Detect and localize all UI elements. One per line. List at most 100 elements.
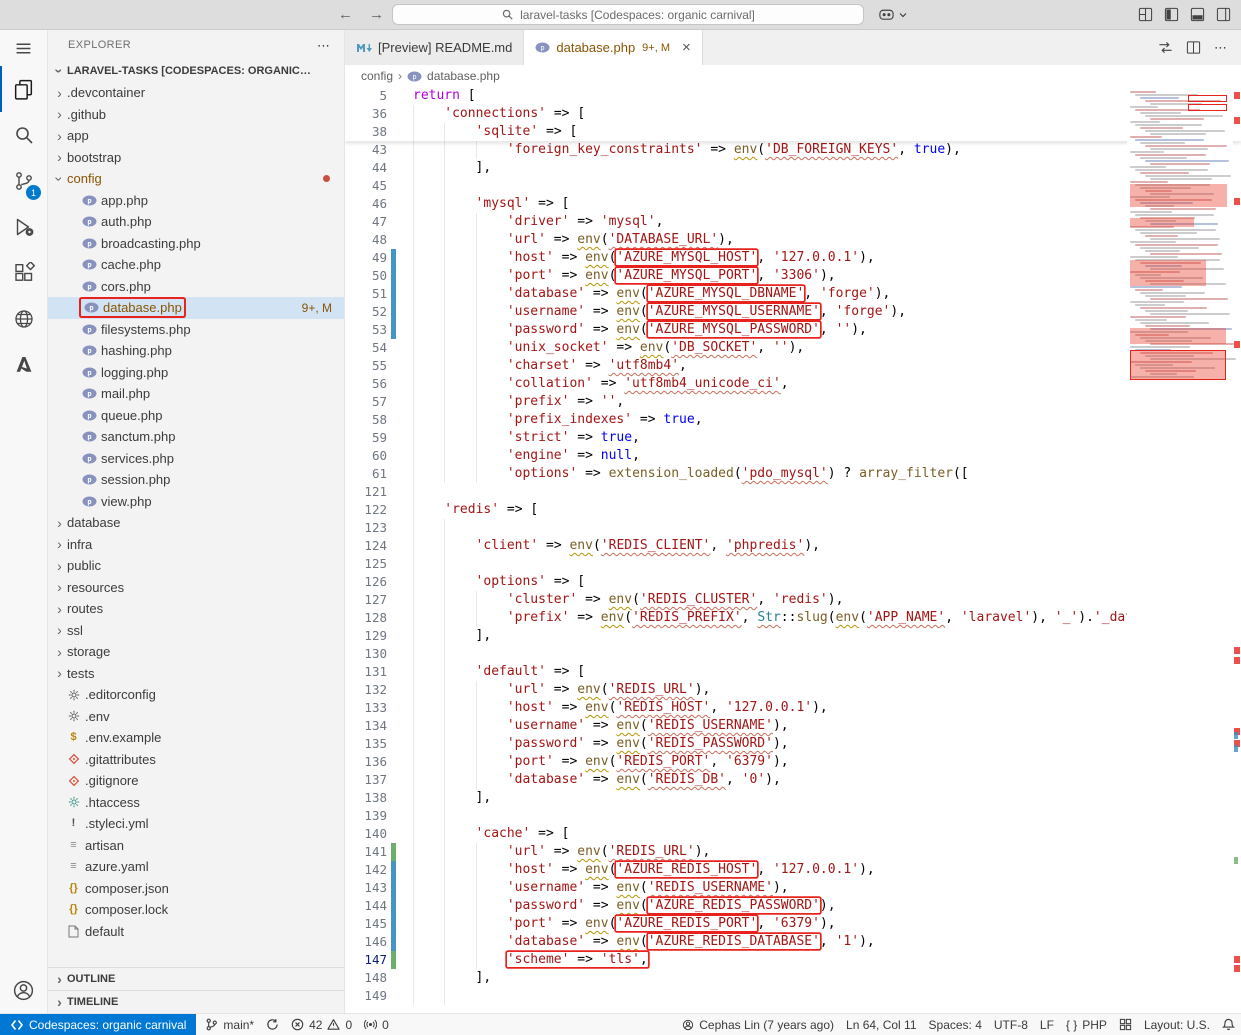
tree-item-.gitattributes[interactable]: .gitattributes	[48, 749, 344, 771]
tree-item-config[interactable]: ›config	[48, 168, 344, 190]
open-changes-icon[interactable]	[1158, 40, 1173, 55]
code-line-55[interactable]: 55'charset' => 'utf8mb4',	[345, 357, 1241, 375]
tree-item-auth.php[interactable]: pauth.php	[48, 211, 344, 233]
code-line-47[interactable]: 47'driver' => 'mysql',	[345, 213, 1241, 231]
code-line-51[interactable]: 51'database' => env('AZURE_MYSQL_DBNAME'…	[345, 285, 1241, 303]
tree-item-.editorconfig[interactable]: .editorconfig	[48, 684, 344, 706]
explorer-view-button[interactable]	[0, 66, 47, 112]
breadcrumb-folder[interactable]: config	[361, 69, 393, 83]
code-line-143[interactable]: 143'username' => env('REDIS_USERNAME'),	[345, 879, 1241, 897]
tree-item-.github[interactable]: ›.github	[48, 104, 344, 126]
code-line-144[interactable]: 144'password' => env('AZURE_REDIS_PASSWO…	[345, 897, 1241, 915]
code-line-127[interactable]: 127'cluster' => env('REDIS_CLUSTER', 're…	[345, 591, 1241, 609]
code-line-135[interactable]: 135'password' => env('REDIS_PASSWORD'),	[345, 735, 1241, 753]
language-mode[interactable]: { }PHP	[1060, 1014, 1113, 1035]
remote-explorer-view-button[interactable]	[0, 296, 47, 342]
code-line-52[interactable]: 52'username' => env('AZURE_MYSQL_USERNAM…	[345, 303, 1241, 321]
minimap[interactable]	[1127, 87, 1233, 1013]
code-line-139[interactable]: 139	[345, 807, 1241, 825]
ports[interactable]: 0	[358, 1014, 395, 1035]
code-line-149[interactable]: 149	[345, 987, 1241, 1005]
sync-status[interactable]	[260, 1014, 285, 1035]
code-line-53[interactable]: 53'password' => env('AZURE_MYSQL_PASSWOR…	[345, 321, 1241, 339]
tree-item-routes[interactable]: ›routes	[48, 598, 344, 620]
code-line-59[interactable]: 59'strict' => true,	[345, 429, 1241, 447]
git-blame[interactable]: Cephas Lin (7 years ago)	[676, 1014, 840, 1035]
breadcrumb-file[interactable]: database.php	[427, 69, 500, 83]
code-editor[interactable]: 5return [36'connections' => [38'sqlite' …	[345, 87, 1241, 1013]
code-line-48[interactable]: 48'url' => env('DATABASE_URL'),	[345, 231, 1241, 249]
tree-item-logging.php[interactable]: plogging.php	[48, 362, 344, 384]
more-actions-icon[interactable]: ⋯	[1214, 41, 1227, 54]
code-line-46[interactable]: 46'mysql' => [	[345, 195, 1241, 213]
code-line-57[interactable]: 57'prefix' => '',	[345, 393, 1241, 411]
tree-item-infra[interactable]: ›infra	[48, 534, 344, 556]
code-line-45[interactable]: 45	[345, 177, 1241, 195]
tree-item-database.php[interactable]: pdatabase.php9+, M	[48, 297, 344, 319]
code-line-123[interactable]: 123	[345, 519, 1241, 537]
tree-item-.devcontainer[interactable]: ›.devcontainer	[48, 82, 344, 104]
split-editor-icon[interactable]	[1186, 40, 1201, 55]
code-line-50[interactable]: 50'port' => env('AZURE_MYSQL_PORT', '330…	[345, 267, 1241, 285]
code-line-136[interactable]: 136'port' => env('REDIS_PORT', '6379'),	[345, 753, 1241, 771]
tree-item-database[interactable]: ›database	[48, 512, 344, 534]
tree-item-default[interactable]: default	[48, 921, 344, 943]
code-line-132[interactable]: 132'url' => env('REDIS_URL'),	[345, 681, 1241, 699]
code-line-122[interactable]: 122'redis' => [	[345, 501, 1241, 519]
tree-item-artisan[interactable]: ≡artisan	[48, 835, 344, 857]
code-line-129[interactable]: 129],	[345, 627, 1241, 645]
section-outline[interactable]: ›OUTLINE	[48, 967, 344, 990]
code-line-145[interactable]: 145'port' => env('AZURE_REDIS_PORT', '63…	[345, 915, 1241, 933]
toggle-secondary-sidebar-icon[interactable]	[1216, 7, 1231, 22]
indentation[interactable]: Spaces: 4	[923, 1014, 988, 1035]
tab--Preview-README-md[interactable]: [Preview] README.md	[345, 30, 524, 65]
code-line-128[interactable]: 128'prefix' => env('REDIS_PREFIX', Str::…	[345, 609, 1241, 627]
copilot-button[interactable]	[878, 3, 908, 26]
code-line-58[interactable]: 58'prefix_indexes' => true,	[345, 411, 1241, 429]
code-line-134[interactable]: 134'username' => env('REDIS_USERNAME'),	[345, 717, 1241, 735]
code-line-126[interactable]: 126'options' => [	[345, 573, 1241, 591]
keyboard-layout[interactable]: Layout: U.S.	[1138, 1014, 1216, 1035]
code-line-142[interactable]: 142'host' => env('AZURE_REDIS_HOST', '12…	[345, 861, 1241, 879]
code-line-54[interactable]: 54'unix_socket' => env('DB_SOCKET', ''),	[345, 339, 1241, 357]
menu-button[interactable]	[0, 30, 47, 66]
tree-item-queue.php[interactable]: pqueue.php	[48, 405, 344, 427]
tree-item-mail.php[interactable]: pmail.php	[48, 383, 344, 405]
code-line-137[interactable]: 137'database' => env('REDIS_DB', '0'),	[345, 771, 1241, 789]
tree-item-composer.lock[interactable]: {}composer.lock	[48, 899, 344, 921]
tree-item-tests[interactable]: ›tests	[48, 663, 344, 685]
toggle-sidebar-icon[interactable]	[1164, 7, 1179, 22]
tree-item-storage[interactable]: ›storage	[48, 641, 344, 663]
tree-item-.styleci.yml[interactable]: !.styleci.yml	[48, 813, 344, 835]
scrollbar[interactable]	[1233, 87, 1241, 1013]
command-center[interactable]: laravel-tasks [Codespaces: organic carni…	[392, 4, 864, 25]
code-line-133[interactable]: 133'host' => env('REDIS_HOST', '127.0.0.…	[345, 699, 1241, 717]
tree-item-view.php[interactable]: pview.php	[48, 491, 344, 513]
code-line-125[interactable]: 125	[345, 555, 1241, 573]
forward-button[interactable]: →	[369, 6, 384, 23]
code-line-61[interactable]: 61'options' => extension_loaded('pdo_mys…	[345, 465, 1241, 483]
tree-item-cors.php[interactable]: pcors.php	[48, 276, 344, 298]
more-actions-icon[interactable]: ⋯	[317, 39, 330, 52]
git-branch[interactable]: main*	[199, 1014, 260, 1035]
section-timeline[interactable]: ›TIMELINE	[48, 990, 344, 1013]
code-line-121[interactable]: 121	[345, 483, 1241, 501]
problems[interactable]: 420	[285, 1014, 358, 1035]
notifications[interactable]	[1216, 1014, 1241, 1035]
account-button[interactable]	[0, 967, 47, 1013]
code-line-56[interactable]: 56'collation' => 'utf8mb4_unicode_ci',	[345, 375, 1241, 393]
tree-item-.env[interactable]: .env	[48, 706, 344, 728]
tree-item-broadcasting.php[interactable]: pbroadcasting.php	[48, 233, 344, 255]
screencast[interactable]	[1113, 1014, 1138, 1035]
close-icon[interactable]: ×	[682, 39, 691, 56]
tab-database-php[interactable]: pdatabase.php9+, M×	[524, 30, 702, 65]
eol[interactable]: LF	[1034, 1014, 1060, 1035]
remote-indicator[interactable]: Codespaces: organic carnival	[0, 1014, 196, 1035]
code-line-44[interactable]: 44],	[345, 159, 1241, 177]
tree-item-public[interactable]: ›public	[48, 555, 344, 577]
cursor-position[interactable]: Ln 64, Col 11	[840, 1014, 923, 1035]
tree-item-azure.yaml[interactable]: ≡azure.yaml	[48, 856, 344, 878]
tree-item-.env.example[interactable]: $.env.example	[48, 727, 344, 749]
code-line-43[interactable]: 43'foreign_key_constraints' => env('DB_F…	[345, 141, 1241, 159]
tree-item-filesystems.php[interactable]: pfilesystems.php	[48, 319, 344, 341]
